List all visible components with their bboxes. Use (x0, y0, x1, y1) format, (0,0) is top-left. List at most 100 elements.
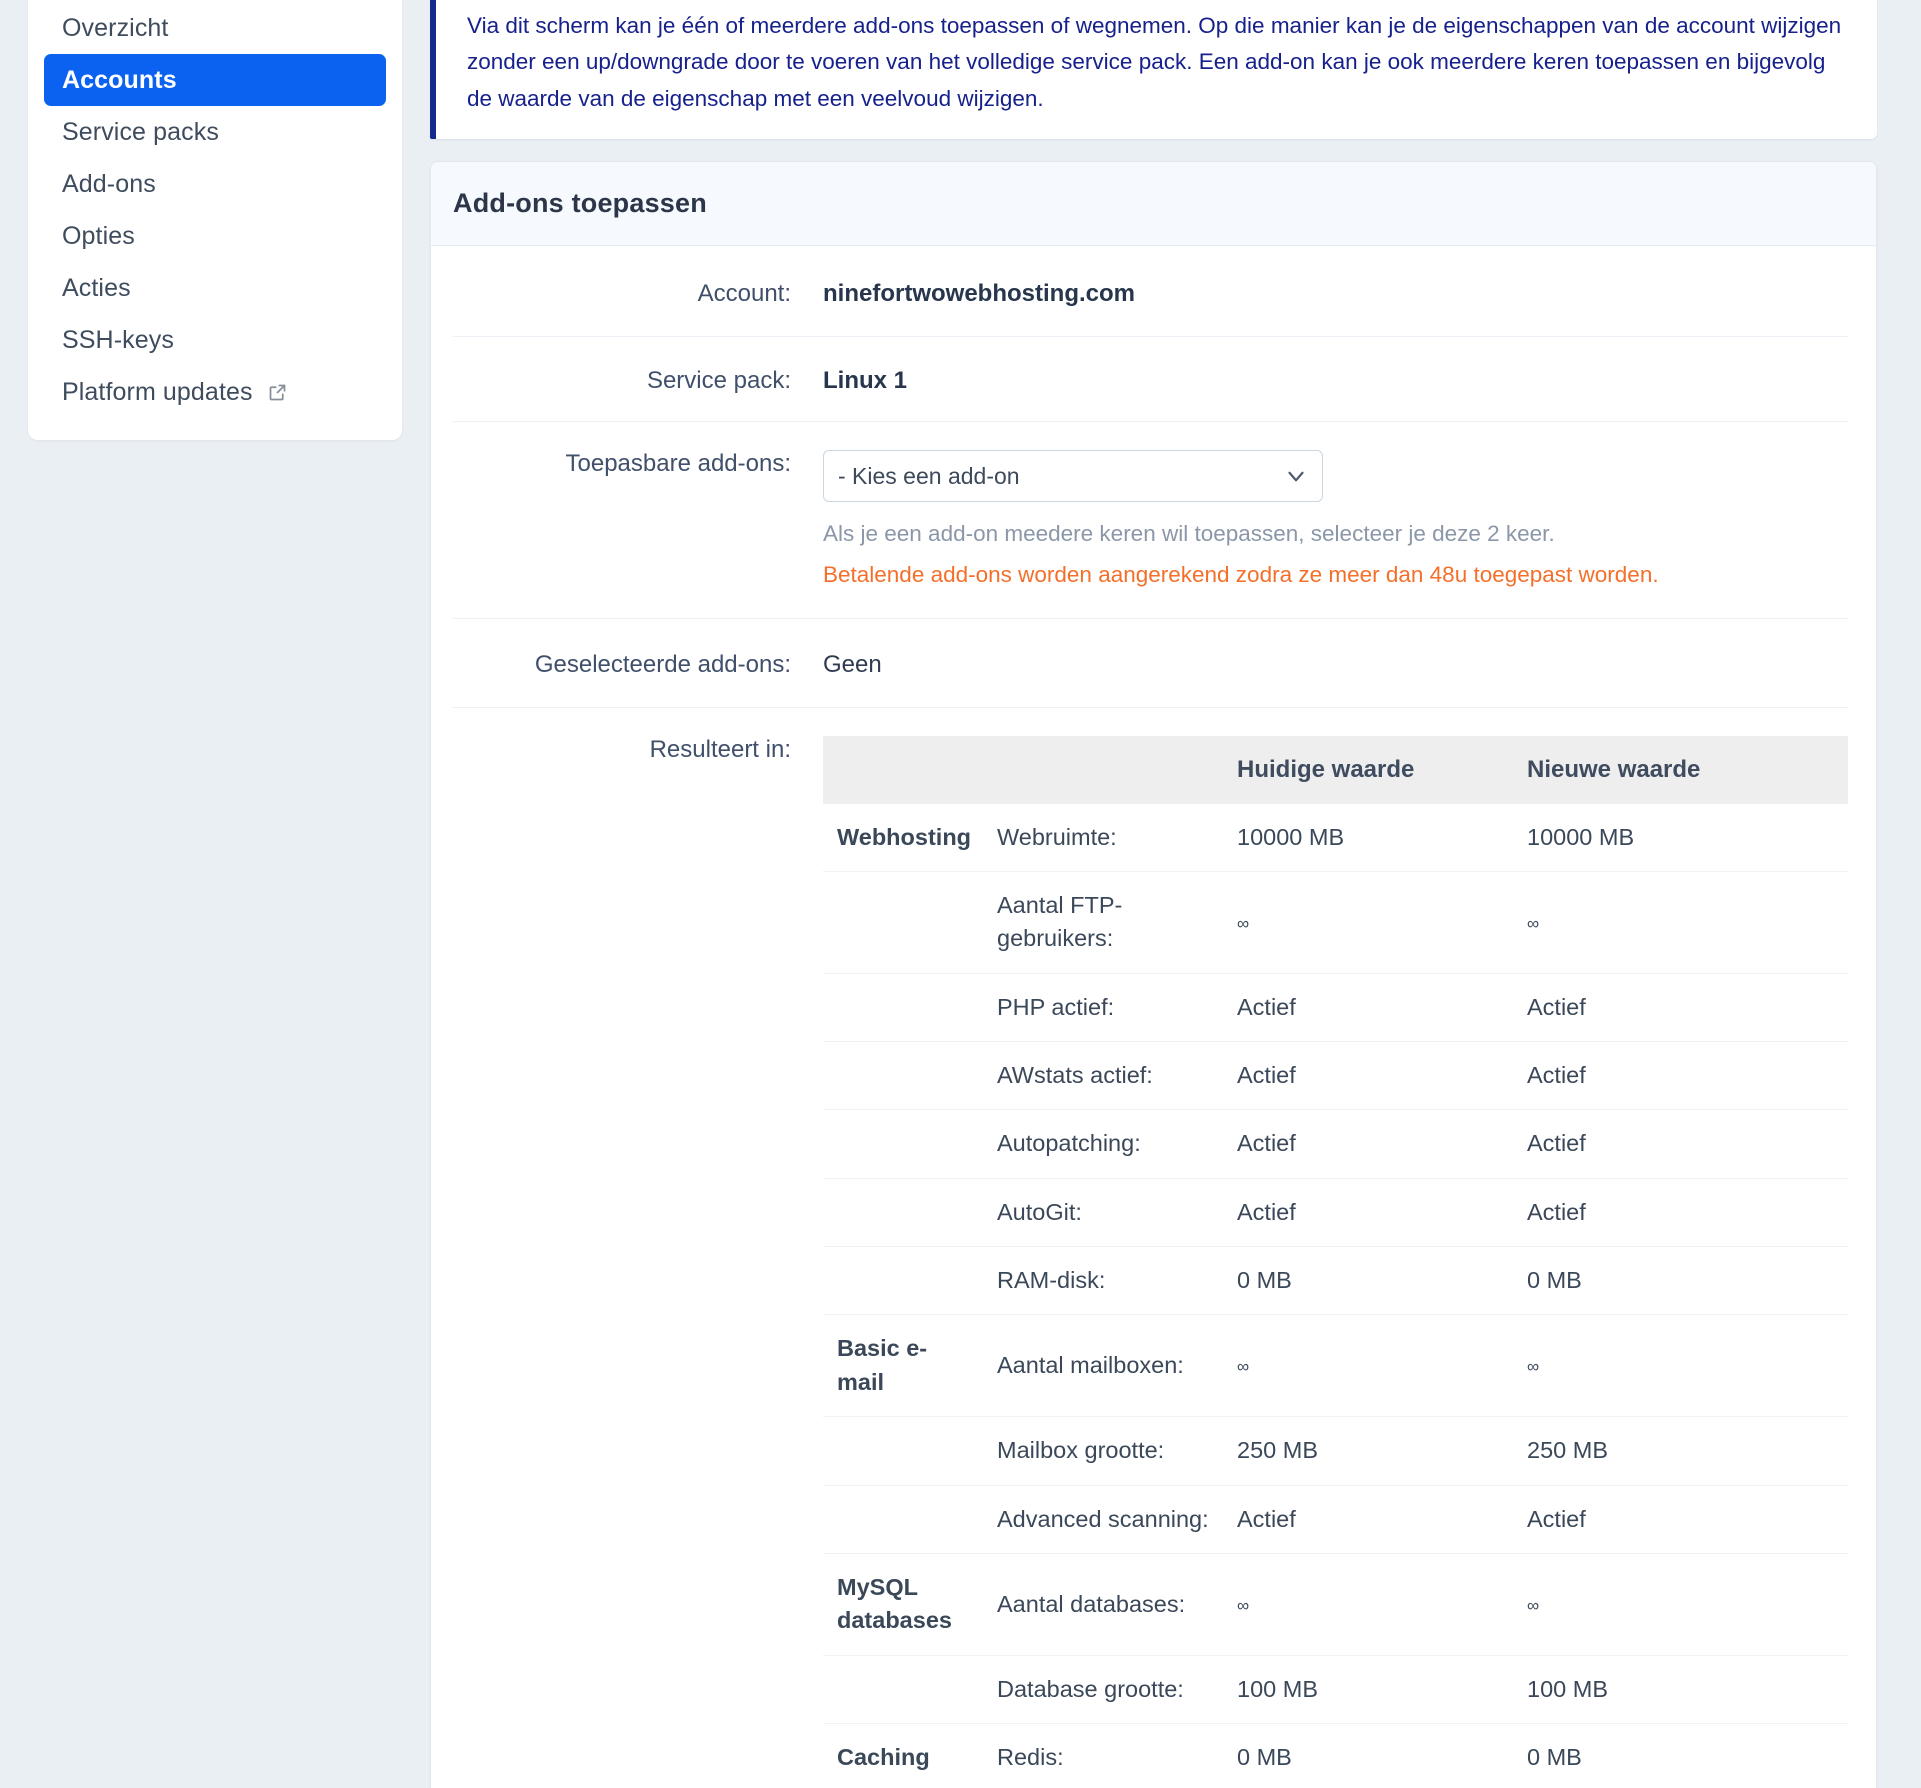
cell-new-value: 250 MB (1513, 1416, 1848, 1486)
cell-current-value: Actief (1223, 973, 1513, 1043)
service-pack-value: Linux 1 (823, 367, 908, 395)
sidebar-item-label: Opties (62, 221, 135, 250)
sidebar-item-label: Accounts (62, 65, 177, 94)
cell-group (823, 1416, 983, 1486)
cell-group: Caching (823, 1723, 983, 1788)
col-header-group (823, 735, 983, 804)
main-content: Via dit scherm kan je één of meerdere ad… (430, 0, 1921, 1788)
cell-new-value: Actief (1513, 1178, 1848, 1248)
sidebar-item-accounts[interactable]: Accounts (44, 54, 386, 106)
cell-property: PHP actief: (983, 973, 1223, 1043)
cell-group (823, 1041, 983, 1111)
info-banner-text: Via dit scherm kan je één of meerdere ad… (467, 13, 1842, 111)
cell-new-value: Actief (1513, 1041, 1848, 1111)
addon-warning-text: Betalende add-ons worden aangerekend zod… (823, 561, 1659, 587)
sidebar-item-overzicht[interactable]: Overzicht (44, 2, 386, 54)
sidebar-item-acties[interactable]: Acties (44, 262, 386, 314)
cell-new-value: ∞ (1513, 1553, 1848, 1656)
result-table-container: Huidige waarde Nieuwe waarde Webhosting W… (823, 732, 1848, 1788)
cell-current-value: ∞ (1223, 1314, 1513, 1418)
selected-addons-value: Geen (823, 650, 882, 678)
field-row-selected-addons: Geselecteerde add-ons: Geen (453, 619, 1848, 708)
col-header-current-value: Huidige waarde (1223, 735, 1513, 804)
cell-group: Basic e-mail (823, 1314, 983, 1418)
cell-property: Autopatching: (983, 1109, 1223, 1179)
service-pack-label: Service pack: (646, 367, 791, 395)
table-row: Basic e-mail Aantal mailboxen: ∞ ∞ (823, 1314, 1848, 1418)
sidebar-item-label: Overzicht (62, 13, 169, 42)
cell-current-value: 100 MB (1223, 1655, 1513, 1724)
addon-select-wrapper[interactable]: - Kies een add-on (823, 450, 1323, 503)
external-link-icon (267, 382, 288, 403)
cell-property: RAM-disk: (983, 1246, 1223, 1316)
sidebar-item-platform-updates[interactable]: Platform updates (44, 366, 386, 418)
table-row: RAM-disk: 0 MB 0 MB (823, 1246, 1848, 1316)
cell-property: Aantal FTP-gebruikers: (983, 871, 1223, 974)
cell-current-value: Actief (1223, 1041, 1513, 1111)
card-header: Add-ons toepassen (431, 162, 1876, 247)
cell-new-value: 100 MB (1513, 1655, 1848, 1724)
table-row: Webhosting Webruimte: 10000 MB 10000 MB (823, 803, 1848, 872)
sidebar-item-label: SSH-keys (62, 325, 174, 354)
sidebar-item-label: Platform updates (62, 377, 253, 406)
cell-property: AWstats actief: (983, 1041, 1223, 1111)
result-label: Resulteert in: (649, 735, 791, 763)
field-row-service-pack: Service pack: Linux 1 (453, 337, 1848, 423)
sidebar-item-service-packs[interactable]: Service packs (44, 106, 386, 158)
cell-property: Database grootte: (983, 1655, 1223, 1724)
applicable-addons-label: Toepasbare add-ons: (565, 450, 792, 478)
sidebar: Overzicht Accounts Service packs Add-ons Opt… (0, 0, 430, 440)
cell-current-value: ∞ (1223, 1553, 1513, 1656)
cell-property: AutoGit: (983, 1178, 1223, 1248)
table-row: AutoGit: Actief Actief (823, 1178, 1848, 1248)
field-row-applicable-addons: Toepasbare add-ons: - Kies een add-on Al… (453, 422, 1848, 619)
table-row: MySQL databases Aantal databases: ∞ ∞ (823, 1553, 1848, 1656)
sidebar-item-opties[interactable]: Opties (44, 210, 386, 262)
cell-new-value: Actief (1513, 973, 1848, 1043)
page-root: Overzicht Accounts Service packs Add-ons Opt… (0, 0, 1921, 1788)
cell-group (823, 871, 983, 974)
page-title: Add-ons toepassen (453, 188, 707, 219)
result-table: Huidige waarde Nieuwe waarde Webhosting W… (823, 735, 1848, 1788)
cell-new-value: 10000 MB (1513, 803, 1848, 872)
cell-new-value: 0 MB (1513, 1246, 1848, 1316)
sidebar-nav: Overzicht Accounts Service packs Add-ons Opt… (28, 0, 402, 440)
sidebar-item-ssh-keys[interactable]: SSH-keys (44, 314, 386, 366)
table-row: Advanced scanning: Actief Actief (823, 1485, 1848, 1554)
result-table-body: Webhosting Webruimte: 10000 MB 10000 MB Aant… (823, 803, 1848, 1788)
cell-current-value: 10000 MB (1223, 803, 1513, 872)
sidebar-item-label: Acties (62, 273, 131, 302)
table-row: Caching Redis: 0 MB 0 MB (823, 1723, 1848, 1788)
cell-current-value: 0 MB (1223, 1246, 1513, 1316)
table-row: Autopatching: Actief Actief (823, 1109, 1848, 1179)
cell-property: Webruimte: (983, 803, 1223, 872)
table-row: Mailbox grootte: 250 MB 250 MB (823, 1416, 1848, 1486)
sidebar-item-add-ons[interactable]: Add-ons (44, 158, 386, 210)
field-row-result: Resulteert in: Huidige waarde Nieuwe waa… (453, 708, 1848, 1788)
table-row: Aantal FTP-gebruikers: ∞ ∞ (823, 871, 1848, 974)
selected-addons-label: Geselecteerde add-ons: (534, 650, 791, 678)
cell-group: Webhosting (823, 803, 983, 872)
cell-property: Redis: (983, 1723, 1223, 1788)
account-label: Account: (697, 280, 791, 308)
cell-property: Advanced scanning: (983, 1485, 1223, 1554)
cell-group (823, 1485, 983, 1554)
cell-property: Aantal mailboxen: (983, 1314, 1223, 1418)
cell-new-value: Actief (1513, 1109, 1848, 1179)
cell-group (823, 1109, 983, 1179)
cell-current-value: ∞ (1223, 871, 1513, 974)
cell-group: MySQL databases (823, 1553, 983, 1656)
col-header-new-value: Nieuwe waarde (1513, 735, 1848, 804)
cell-property: Mailbox grootte: (983, 1416, 1223, 1486)
account-value: ninefortwowebhosting.com (823, 280, 1135, 308)
addon-select[interactable]: - Kies een add-on (823, 450, 1323, 503)
table-row: AWstats actief: Actief Actief (823, 1041, 1848, 1111)
card-body: Account: ninefortwowebhosting.com Servic… (431, 246, 1876, 1788)
table-header-row: Huidige waarde Nieuwe waarde (823, 735, 1848, 804)
sidebar-item-label: Service packs (62, 117, 219, 146)
cell-property: Aantal databases: (983, 1553, 1223, 1656)
cell-current-value: 0 MB (1223, 1723, 1513, 1788)
info-banner: Via dit scherm kan je één of meerdere ad… (430, 0, 1877, 140)
cell-group (823, 973, 983, 1043)
cell-new-value: ∞ (1513, 1314, 1848, 1418)
